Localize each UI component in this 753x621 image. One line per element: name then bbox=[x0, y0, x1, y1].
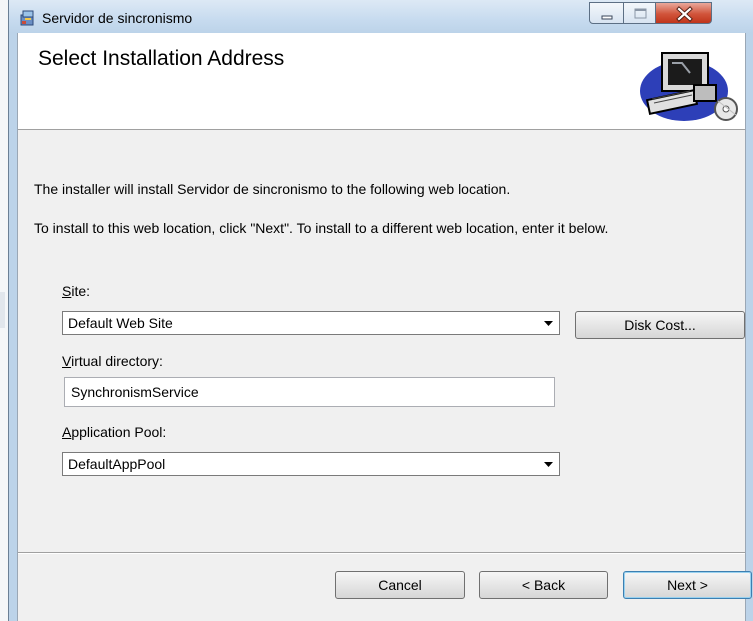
next-button[interactable]: Next > bbox=[623, 571, 752, 599]
install-instructions: To install to this web location, click "… bbox=[34, 220, 609, 236]
virtual-directory-label-mnemonic: V bbox=[62, 353, 72, 369]
cancel-button[interactable]: Cancel bbox=[335, 571, 465, 599]
virtual-directory-label-text: irtual directory: bbox=[71, 353, 163, 369]
dropdown-arrow-icon bbox=[544, 321, 553, 326]
minimize-button[interactable] bbox=[589, 2, 624, 24]
install-description: The installer will install Servidor de s… bbox=[34, 181, 511, 197]
virtual-directory-value: SynchronismService bbox=[71, 384, 199, 400]
installer-window: Servidor de sincronismo Select Installat… bbox=[8, 0, 753, 621]
application-pool-dropdown[interactable]: DefaultAppPool bbox=[62, 452, 560, 476]
site-label-mnemonic: S bbox=[62, 283, 72, 299]
computer-setup-icon bbox=[640, 52, 738, 121]
maximize-button[interactable] bbox=[623, 2, 656, 24]
application-pool-label-mnemonic: A bbox=[62, 424, 72, 440]
site-dropdown[interactable]: Default Web Site bbox=[62, 311, 560, 335]
minimize-icon bbox=[601, 15, 613, 20]
window-title: Servidor de sincronismo bbox=[42, 10, 193, 26]
virtual-directory-label: Virtual directory: bbox=[62, 353, 163, 369]
site-dropdown-value: Default Web Site bbox=[68, 315, 173, 331]
application-pool-dropdown-value: DefaultAppPool bbox=[68, 456, 166, 472]
close-icon bbox=[676, 6, 693, 22]
maximize-icon bbox=[634, 8, 647, 19]
header-banner: Select Installation Address bbox=[18, 33, 745, 130]
title-bar[interactable]: Servidor de sincronismo bbox=[9, 0, 753, 33]
dropdown-arrow-icon bbox=[544, 462, 553, 467]
page-title: Select Installation Address bbox=[38, 47, 285, 70]
application-pool-label: Application Pool: bbox=[62, 424, 166, 440]
application-pool-label-text: pplication Pool: bbox=[71, 424, 167, 440]
installer-app-icon bbox=[20, 10, 34, 26]
virtual-directory-input[interactable]: SynchronismService bbox=[64, 377, 555, 407]
back-button[interactable]: < Back bbox=[479, 571, 608, 599]
close-button[interactable] bbox=[655, 2, 712, 24]
dialog-client-area: Select Installation Address The installe… bbox=[17, 33, 752, 621]
site-label-text: ite: bbox=[71, 283, 91, 299]
site-label: Site: bbox=[62, 283, 90, 299]
desktop-edge bbox=[0, 0, 8, 621]
footer-separator bbox=[18, 552, 745, 554]
desktop-edge-mark bbox=[0, 292, 5, 328]
disk-cost-button[interactable]: Disk Cost... bbox=[575, 311, 745, 339]
